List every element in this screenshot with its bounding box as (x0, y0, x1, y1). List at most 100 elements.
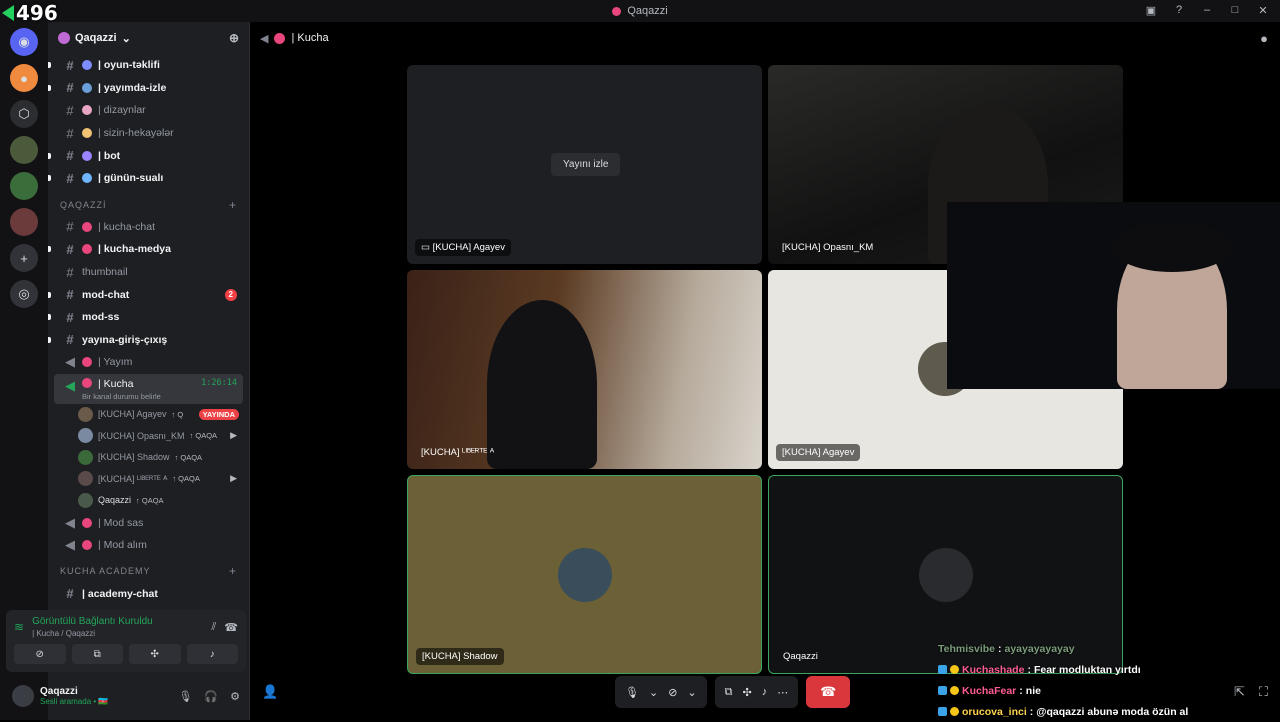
screen-share-icon[interactable]: ⧉ (725, 686, 733, 699)
voice-user-name: Qaqazzi (98, 495, 132, 506)
chevron-down-icon[interactable]: ⌄ (649, 686, 658, 699)
discord-home-icon[interactable]: ◉ (10, 28, 38, 56)
hash-icon: # (66, 125, 74, 141)
viewer-counter: 496 (0, 0, 58, 26)
disconnect-icon[interactable]: ☎ (224, 621, 238, 634)
channel-emoji-icon (82, 377, 92, 388)
add-channel-icon[interactable]: + (229, 564, 237, 578)
connection-location[interactable]: | Kucha / Qaqazzi (32, 629, 153, 638)
text-channel[interactable]: # thumbnail (54, 261, 243, 284)
connection-status[interactable]: Görüntülü Bağlantı Kuruldu (32, 616, 153, 627)
channel-emoji-icon (82, 60, 92, 71)
text-channel[interactable]: # | dizaynlar (54, 99, 243, 122)
stream-tile[interactable]: Yayını izle ▭ [KUCHA] Agayev (407, 65, 762, 264)
chat-bubble-icon[interactable]: ● (1260, 31, 1268, 46)
mic-icon[interactable]: 🎙 (625, 686, 639, 699)
activities-icon[interactable]: ✣ (742, 686, 751, 699)
user-name[interactable]: Qaqazzi (40, 686, 108, 697)
channel-status-hint[interactable]: Bir kanal durumu belirle (82, 392, 161, 401)
maximize-icon[interactable]: □ (1228, 3, 1242, 17)
add-channel-icon[interactable]: + (229, 198, 237, 212)
inbox-icon[interactable]: ▣ (1144, 3, 1158, 17)
server-avatar-icon[interactable]: ● (10, 64, 38, 92)
text-channel[interactable]: # | kucha-medya (48, 238, 243, 261)
voice-user-name: [KUCHA] Shadow (98, 452, 170, 463)
avatar-tile[interactable]: [KUCHA] Shadow (407, 475, 762, 674)
close-icon[interactable]: ✕ (1256, 3, 1270, 17)
headphones-icon[interactable]: 🎧 (204, 690, 218, 703)
video-tile[interactable]: [KUCHA] ᴸᴵᴮᴱᴿᵀᴱ ᴬ (407, 270, 762, 469)
camera-off-icon[interactable]: ⊘ (668, 686, 677, 699)
text-channel[interactable]: # | yayımda-izle (48, 77, 243, 100)
chevron-down-icon[interactable]: ⌄ (687, 686, 696, 699)
category-header-academy[interactable]: KUCHA ACADEMY + (48, 560, 249, 582)
channel-emoji-icon (82, 150, 92, 161)
speaker-icon: ◀ (65, 537, 75, 553)
camera-off-button[interactable]: ⊘ (14, 644, 66, 664)
screen-share-button[interactable]: ⧉ (71, 644, 123, 664)
server-c-icon[interactable] (10, 208, 38, 236)
voice-user-name: [KUCHA] Agayev (98, 409, 167, 420)
channel-academy-chat[interactable]: # | academy-chat (54, 582, 243, 605)
mic-icon[interactable]: 🎙 (178, 690, 192, 703)
text-channel[interactable]: # | bot (48, 144, 243, 167)
webcam-hair (1112, 222, 1232, 272)
text-channel[interactable]: # | kucha-chat (54, 216, 243, 239)
help-icon[interactable]: ? (1172, 3, 1186, 17)
settings-gear-icon[interactable]: ⚙ (230, 690, 240, 703)
tile-nameplate: ▭ [KUCHA] Agayev (415, 239, 511, 256)
text-channel[interactable]: # | sizin-hekayələr (54, 122, 243, 145)
avatar[interactable] (12, 685, 34, 707)
chat-message: orucova_inci : @qaqazzi abunə moda özün … (938, 701, 1280, 722)
voice-channel[interactable]: ◀ | Mod alım (54, 534, 243, 557)
voice-channel[interactable]: ◀ | Mod sas (54, 511, 243, 534)
voice-user[interactable]: Qaqazzi ↑ QAQA (48, 490, 249, 512)
chat-username: Tehmisvibe (938, 642, 995, 655)
server-header[interactable]: Qaqazzi ⌄ ⊕ (48, 22, 249, 54)
server-a-icon[interactable] (10, 136, 38, 164)
server-hex-icon[interactable]: ⬡ (10, 100, 38, 128)
add-member-icon[interactable]: ⊕ (229, 31, 239, 45)
tile-nameplate: Qaqazzi (783, 651, 818, 662)
avatar (78, 492, 93, 508)
text-channel[interactable]: # | oyun-təklifi (48, 54, 243, 77)
counter-value: 496 (16, 1, 58, 25)
channel-label: | kucha-chat (98, 220, 156, 233)
channel-emoji-icon (82, 221, 92, 232)
chat-username: KuchaFear (962, 684, 1017, 697)
server-b-icon[interactable] (10, 172, 38, 200)
end-call-button[interactable]: ☎ (806, 676, 851, 708)
chat-message: KuchaFear : nie (938, 680, 1280, 701)
text-channel[interactable]: # mod-ss (48, 306, 243, 329)
voice-user[interactable]: [KUCHA] Agayev ↑ Q YAYINDA (48, 404, 249, 426)
voice-user-name: [KUCHA] ᴸᴵᴮᴱᴿᵀᴱ ᴬ (98, 473, 168, 484)
text-channel[interactable]: # yayına-giriş-çıxış (48, 329, 243, 352)
hash-icon: # (66, 57, 74, 73)
voice-user[interactable]: [KUCHA] ᴸᴵᴮᴱᴿᵀᴱ ᴬ ↑ QAQA ▶ (48, 468, 249, 490)
noise-suppression-icon[interactable]: ⫽ (211, 621, 216, 634)
voice-channel[interactable]: ◀ | Yayım (54, 351, 243, 374)
soundboard-button[interactable]: ♪ (186, 644, 238, 664)
explore-icon[interactable]: ◎ (10, 280, 38, 308)
voice-user[interactable]: [KUCHA] Opasnı_KM ↑ QAQA ▶ (48, 425, 249, 447)
channel-label: mod-chat (82, 288, 130, 301)
text-channel[interactable]: # | günün-sualı (48, 167, 243, 190)
channel-voice-active[interactable]: ◀ | Kucha Bir kanal durumu belirle 1:26:… (54, 373, 243, 404)
channel-label: | Kucha (98, 377, 134, 390)
channel-emoji-icon (82, 82, 92, 93)
role-tag: ↑ QAQA (174, 452, 203, 462)
text-channel[interactable]: # mod-chat 2 (48, 283, 243, 306)
watch-stream-button[interactable]: Yayını izle (551, 153, 621, 176)
voice-user[interactable]: [KUCHA] Shadow ↑ QAQA (48, 447, 249, 469)
add-server-icon[interactable]: + (10, 244, 38, 272)
category-header[interactable]: QAQAZZİ + (48, 194, 249, 216)
unread-indicator (48, 84, 51, 91)
more-options-icon[interactable]: ⋯ (777, 686, 788, 699)
activities-button[interactable]: ✣ (129, 644, 181, 664)
invite-user-icon[interactable]: 👤 (262, 684, 278, 700)
soundboard-icon[interactable]: ♪ (762, 686, 768, 698)
minimize-icon[interactable]: – (1200, 3, 1214, 17)
signal-icon[interactable]: ≋ (14, 620, 24, 634)
unread-indicator (48, 152, 51, 159)
user-status: Sesli aramada • 🇦🇿 (40, 697, 109, 706)
